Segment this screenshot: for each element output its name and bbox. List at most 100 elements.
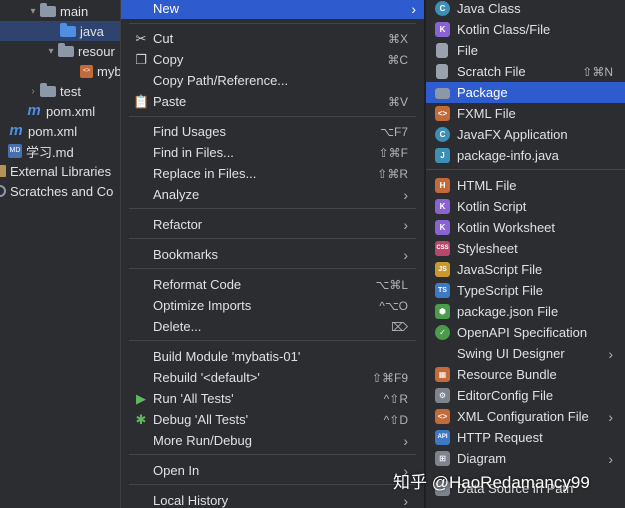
- tree-item-test[interactable]: › test: [0, 81, 130, 101]
- tree-item-mybatis-config[interactable]: <> myb: [0, 61, 130, 81]
- submenu-item-editorconfig[interactable]: ⚙ EditorConfig File: [426, 385, 625, 406]
- menu-divider: [129, 484, 416, 485]
- tree-item-external-libraries[interactable]: External Libraries: [0, 161, 130, 181]
- chevron-down-icon[interactable]: ▾: [26, 6, 40, 17]
- menu-divider: [129, 268, 416, 269]
- chevron-down-icon[interactable]: ▾: [44, 46, 58, 57]
- library-icon: [0, 165, 6, 177]
- menu-item-analyze[interactable]: Analyze ›: [129, 184, 416, 205]
- submenu-item-diagram[interactable]: ⊞ Diagram ›: [426, 448, 625, 469]
- bug-icon: ✱: [135, 411, 147, 427]
- chevron-right-icon: ›: [608, 450, 613, 467]
- menu-item-local-history[interactable]: Local History ›: [129, 490, 416, 508]
- submenu-item-resource-bundle[interactable]: ▦ Resource Bundle: [426, 364, 625, 385]
- submenu-item-typescript-file[interactable]: TS TypeScript File: [426, 280, 625, 301]
- tree-item-pom-root[interactable]: m pom.xml: [0, 121, 130, 141]
- clipboard-icon: 📋: [133, 93, 150, 109]
- watermark: 知乎 @HaoRedamancy99: [393, 473, 590, 492]
- markdown-icon: MD: [8, 144, 22, 158]
- menu-item-reformat-code[interactable]: Reformat Code ⌥⌘L: [129, 274, 416, 295]
- menu-item-run-tests[interactable]: ▶ Run 'All Tests' ^⇧R: [129, 388, 416, 409]
- submenu-item-scratch-file[interactable]: Scratch File ⇧⌘N: [426, 61, 625, 82]
- menu-divider: [426, 169, 625, 170]
- menu-item-delete[interactable]: Delete... ⌦: [129, 316, 416, 337]
- submenu-item-javafx-application[interactable]: C JavaFX Application: [426, 124, 625, 145]
- menu-divider: [129, 454, 416, 455]
- new-submenu: C Java Class K Kotlin Class/File File Sc…: [425, 0, 625, 508]
- play-icon: ▶: [136, 390, 146, 406]
- menu-item-find-usages[interactable]: Find Usages ⌥F7: [129, 121, 416, 142]
- menu-item-rebuild[interactable]: Rebuild '<default>' ⇧⌘F9: [129, 367, 416, 388]
- menu-item-more-run-debug[interactable]: More Run/Debug ›: [129, 430, 416, 451]
- menu-item-bookmarks[interactable]: Bookmarks ›: [129, 244, 416, 265]
- tree-item-main[interactable]: ▾ main: [0, 1, 130, 21]
- css-file-icon: CSS: [435, 241, 450, 256]
- submenu-item-fxml-file[interactable]: <> FXML File: [426, 103, 625, 124]
- file-icon: [436, 43, 448, 58]
- submenu-item-java-class[interactable]: C Java Class: [426, 0, 625, 19]
- submenu-item-package-json[interactable]: ⬢ package.json File: [426, 301, 625, 322]
- menu-item-find-in-files[interactable]: Find in Files... ⇧⌘F: [129, 142, 416, 163]
- kotlin-icon: K: [435, 199, 450, 214]
- maven-icon: m: [27, 102, 41, 119]
- context-menu: New › ✂ Cut ⌘X ❐ Copy ⌘C Copy Path/Refer…: [120, 0, 425, 508]
- submenu-item-kotlin-script[interactable]: K Kotlin Script: [426, 196, 625, 217]
- chevron-right-icon: ›: [403, 246, 408, 263]
- chevron-right-icon: ›: [403, 186, 408, 203]
- submenu-item-xml-configuration[interactable]: <> XML Configuration File ›: [426, 406, 625, 427]
- submenu-item-stylesheet[interactable]: CSS Stylesheet: [426, 238, 625, 259]
- fxml-file-icon: <>: [435, 106, 450, 121]
- submenu-item-kotlin-worksheet[interactable]: K Kotlin Worksheet: [426, 217, 625, 238]
- menu-item-optimize-imports[interactable]: Optimize Imports ^⌥O: [129, 295, 416, 316]
- tree-item-resources[interactable]: ▾ resour: [0, 41, 130, 61]
- html-file-icon: H: [435, 178, 450, 193]
- menu-item-debug-tests[interactable]: ✱ Debug 'All Tests' ^⇧D: [129, 409, 416, 430]
- chevron-right-icon: ›: [403, 432, 408, 449]
- javascript-file-icon: JS: [435, 262, 450, 277]
- chevron-right-icon: ›: [403, 216, 408, 233]
- menu-item-copy[interactable]: ❐ Copy ⌘C: [129, 49, 416, 70]
- menu-item-replace-in-files[interactable]: Replace in Files... ⇧⌘R: [129, 163, 416, 184]
- scratches-icon: [0, 185, 6, 197]
- chevron-right-icon: ›: [608, 345, 613, 362]
- openapi-icon: ✓: [435, 325, 450, 340]
- menu-item-copy-path[interactable]: Copy Path/Reference...: [129, 70, 416, 91]
- menu-item-new[interactable]: New ›: [121, 0, 424, 19]
- resources-folder-icon: [58, 43, 74, 57]
- scratch-file-icon: [436, 64, 448, 79]
- menu-divider: [129, 116, 416, 117]
- folder-icon: [40, 3, 56, 17]
- menu-item-cut[interactable]: ✂ Cut ⌘X: [129, 28, 416, 49]
- xml-file-icon: <>: [435, 409, 450, 424]
- tree-item-markdown[interactable]: MD 学习.md: [0, 141, 130, 161]
- submenu-item-http-request[interactable]: API HTTP Request: [426, 427, 625, 448]
- menu-item-refactor[interactable]: Refactor ›: [129, 214, 416, 235]
- typescript-file-icon: TS: [435, 283, 450, 298]
- submenu-item-file[interactable]: File: [426, 40, 625, 61]
- tree-item-pom-inner[interactable]: m pom.xml: [0, 101, 130, 121]
- submenu-item-openapi[interactable]: ✓ OpenAPI Specification: [426, 322, 625, 343]
- kotlin-icon: K: [435, 22, 450, 37]
- folder-icon: [40, 83, 56, 97]
- submenu-item-html-file[interactable]: H HTML File: [426, 175, 625, 196]
- menu-item-paste[interactable]: 📋 Paste ⌘V: [129, 91, 416, 112]
- tree-item-java[interactable]: java: [0, 21, 130, 41]
- source-folder-icon: [60, 23, 76, 37]
- submenu-item-swing-ui-designer[interactable]: Swing UI Designer ›: [426, 343, 625, 364]
- resource-bundle-icon: ▦: [435, 367, 450, 382]
- menu-item-build-module[interactable]: Build Module 'mybatis-01': [129, 346, 416, 367]
- tree-item-scratches[interactable]: Scratches and Co: [0, 181, 130, 201]
- java-class-icon: C: [435, 1, 450, 16]
- project-tree: ▾ main java ▾ resour <> myb › test m pom…: [0, 0, 130, 508]
- menu-item-open-in[interactable]: Open In ›: [129, 460, 416, 481]
- menu-divider: [129, 208, 416, 209]
- diagram-icon: ⊞: [435, 451, 450, 466]
- submenu-item-javascript-file[interactable]: JS JavaScript File: [426, 259, 625, 280]
- http-request-icon: API: [435, 430, 450, 445]
- chevron-right-icon: ›: [403, 492, 408, 508]
- submenu-item-package[interactable]: Package: [426, 82, 625, 103]
- submenu-item-kotlin-class[interactable]: K Kotlin Class/File: [426, 19, 625, 40]
- submenu-item-package-info[interactable]: J package-info.java: [426, 145, 625, 166]
- gear-icon: ⚙: [435, 388, 450, 403]
- chevron-right-icon[interactable]: ›: [26, 86, 40, 97]
